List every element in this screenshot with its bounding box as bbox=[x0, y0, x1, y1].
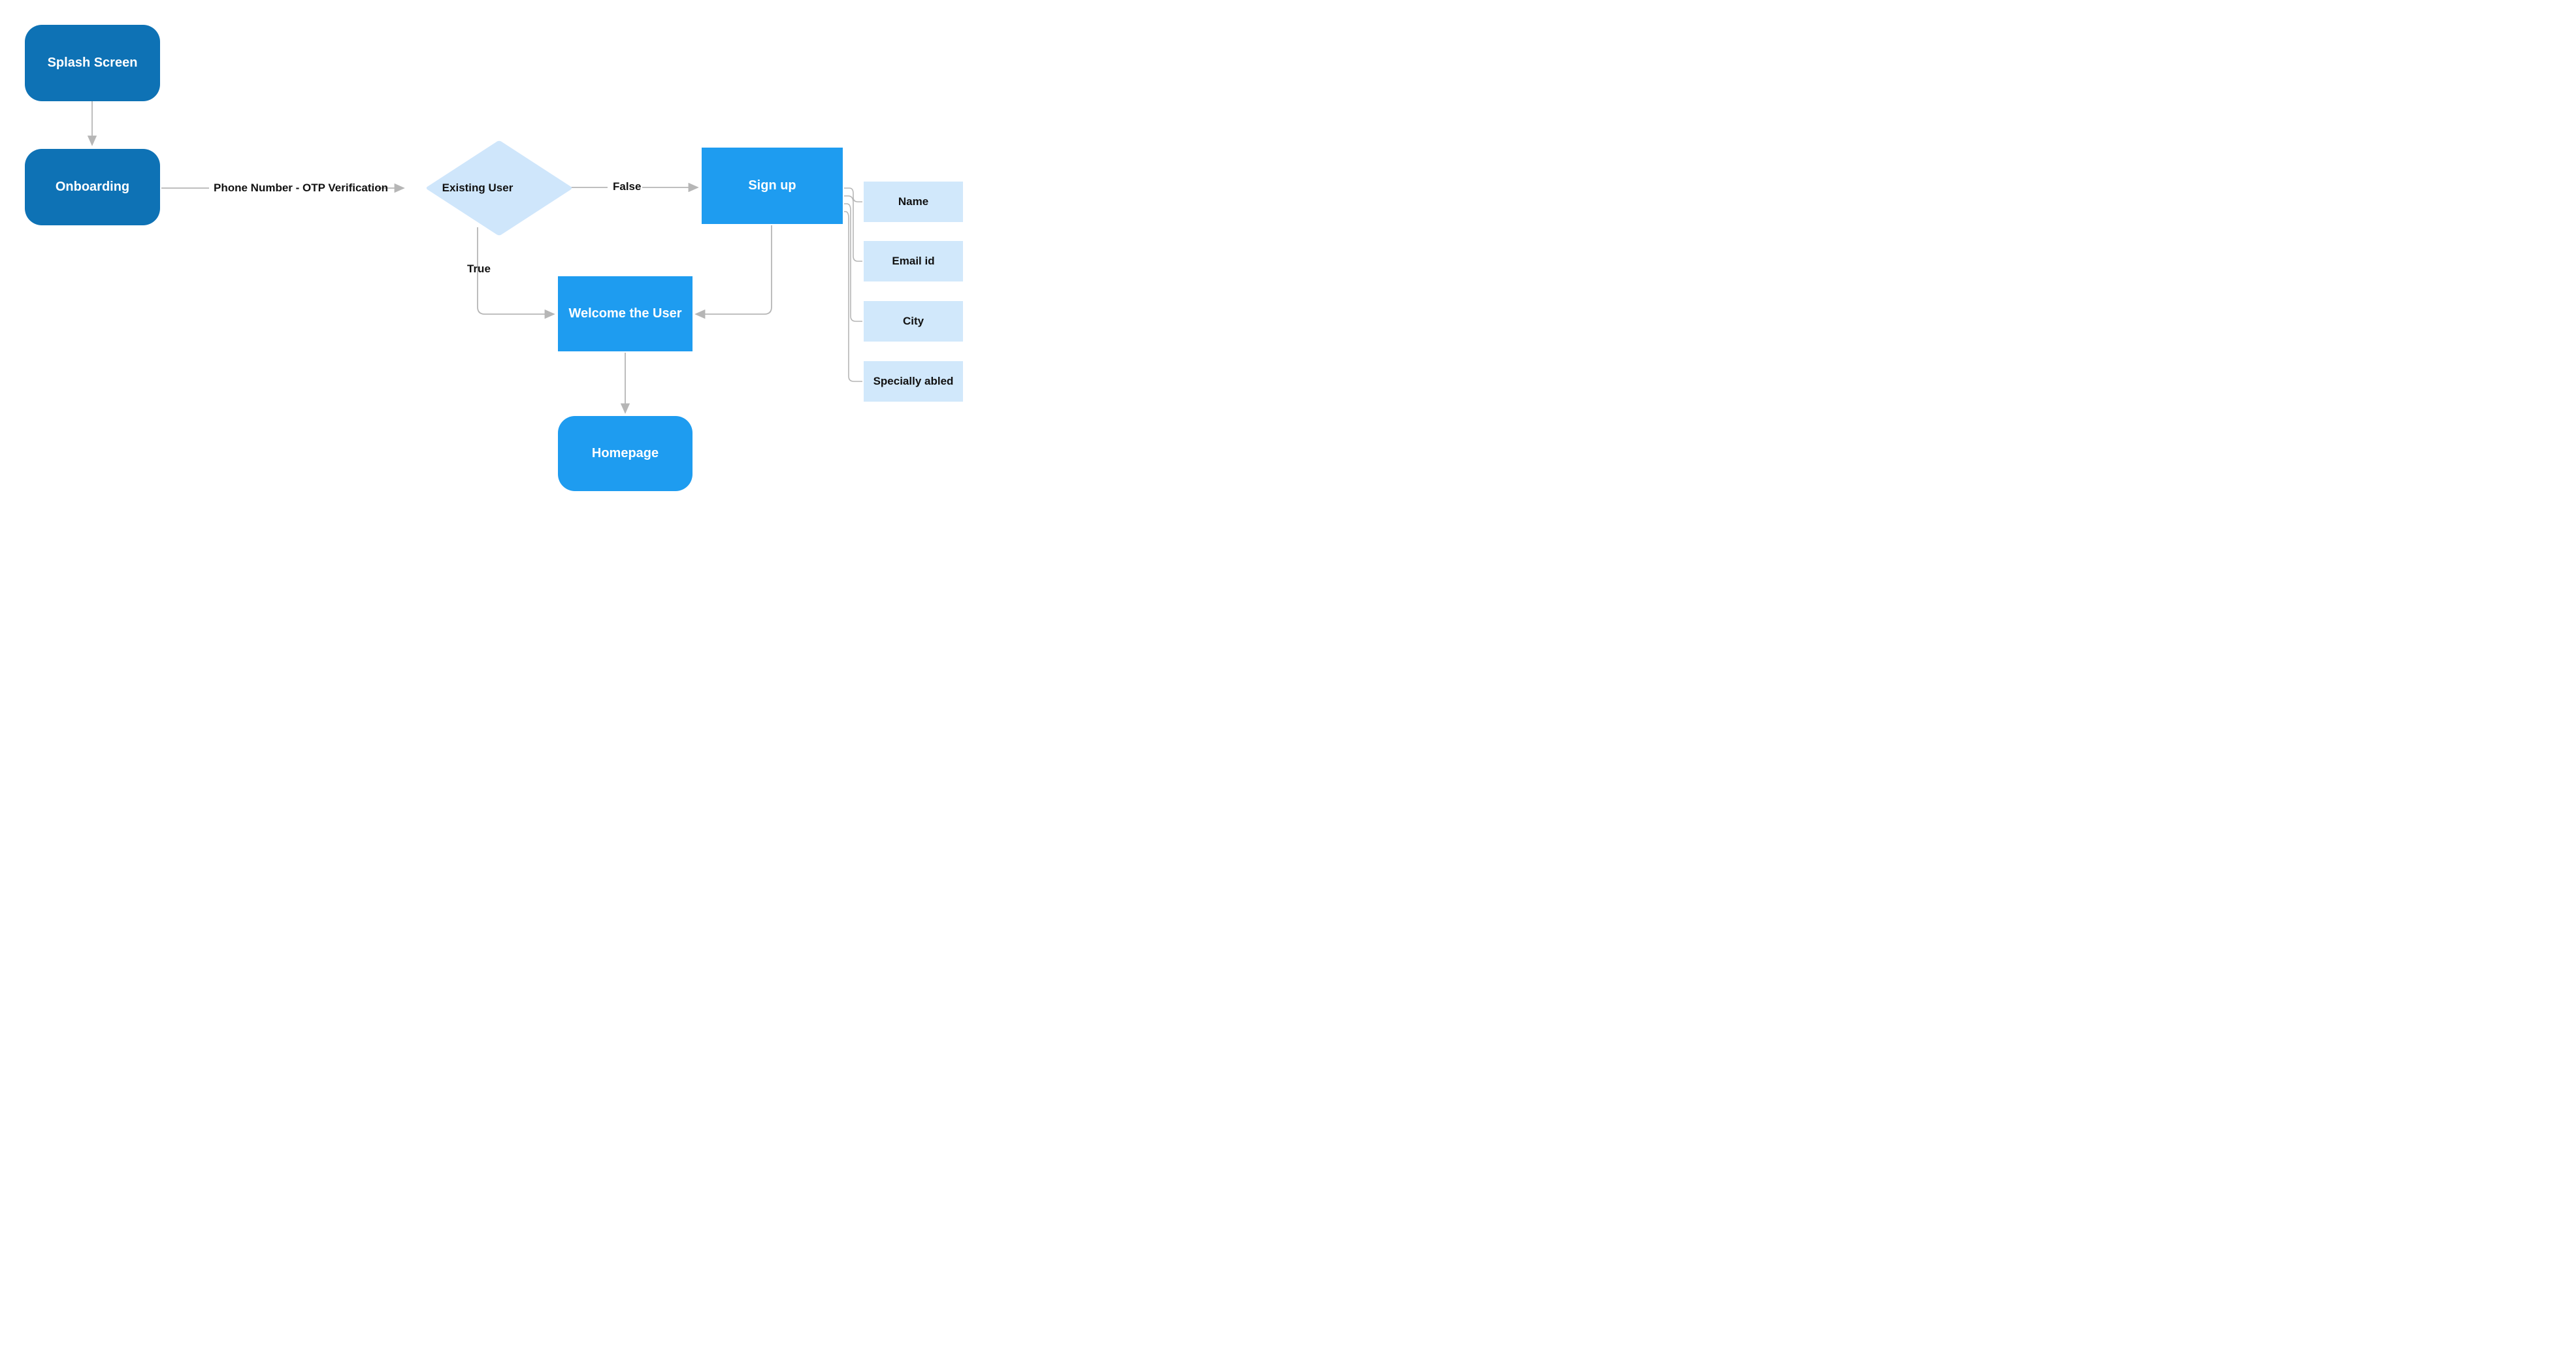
signup-field-name: Name bbox=[864, 182, 963, 222]
node-existing-user-decision: Existing User bbox=[408, 149, 547, 227]
brace-to-specially-abled bbox=[844, 212, 862, 381]
edge-label-true: True bbox=[467, 263, 491, 276]
node-onboarding: Onboarding bbox=[25, 149, 160, 225]
signup-field-name-label: Name bbox=[898, 195, 928, 208]
signup-field-email-label: Email id bbox=[892, 255, 934, 268]
node-splash-screen-label: Splash Screen bbox=[48, 56, 138, 71]
edge-label-otp: Phone Number - OTP Verification bbox=[214, 182, 388, 195]
signup-field-specially-abled: Specially abled bbox=[864, 361, 963, 402]
brace-to-city bbox=[844, 204, 862, 321]
flowchart-canvas: Splash Screen Onboarding Existing User S… bbox=[0, 0, 986, 516]
signup-field-email: Email id bbox=[864, 241, 963, 281]
node-homepage-label: Homepage bbox=[592, 446, 659, 461]
brace-to-email bbox=[844, 196, 862, 261]
signup-field-city: City bbox=[864, 301, 963, 342]
decision-label: Existing User bbox=[442, 182, 514, 195]
node-sign-up-label: Sign up bbox=[748, 178, 796, 193]
edge-label-false: False bbox=[613, 180, 641, 193]
signup-field-specially-abled-label: Specially abled bbox=[873, 375, 954, 388]
node-onboarding-label: Onboarding bbox=[56, 180, 129, 195]
edge-signup-to-welcome bbox=[696, 225, 772, 314]
node-splash-screen: Splash Screen bbox=[25, 25, 160, 101]
node-welcome-user: Welcome the User bbox=[558, 276, 693, 351]
node-homepage: Homepage bbox=[558, 416, 693, 491]
node-sign-up: Sign up bbox=[702, 148, 843, 224]
brace-to-name bbox=[844, 188, 862, 202]
node-welcome-user-label: Welcome the User bbox=[568, 306, 681, 321]
signup-field-city-label: City bbox=[903, 315, 924, 328]
